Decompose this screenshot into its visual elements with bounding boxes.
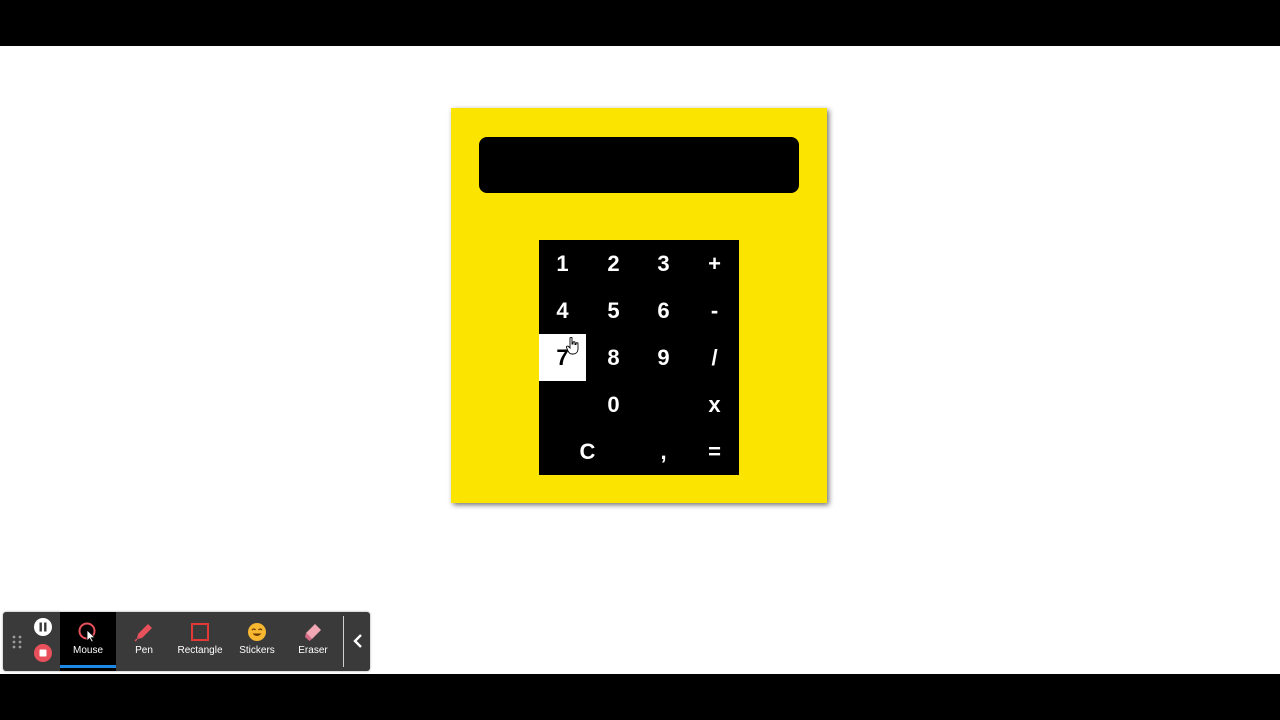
tool-stickers-label: Stickers xyxy=(239,645,275,656)
tool-eraser-label: Eraser xyxy=(298,645,328,656)
smiley-sticker-icon xyxy=(248,623,266,641)
rectangle-icon xyxy=(191,623,209,641)
calculator-display xyxy=(479,137,799,193)
hand-cursor-icon xyxy=(566,337,579,355)
chevron-left-icon[interactable] xyxy=(348,629,368,653)
stop-icon[interactable] xyxy=(33,643,53,663)
key-5[interactable]: 5 xyxy=(590,287,637,334)
pause-icon[interactable] xyxy=(33,617,53,637)
mouse-cursor-icon xyxy=(78,622,96,643)
key-minus[interactable]: - xyxy=(691,287,738,334)
page-canvas: 1 2 3 + 4 5 6 - 7 8 9 / 0 x C , = xyxy=(0,46,1280,674)
key-3[interactable]: 3 xyxy=(640,240,687,287)
toolbar-divider xyxy=(343,616,344,667)
key-8[interactable]: 8 xyxy=(590,334,637,381)
key-equals[interactable]: = xyxy=(691,428,738,475)
tool-mouse[interactable]: Mouse xyxy=(60,612,116,671)
tool-mouse-label: Mouse xyxy=(72,645,103,656)
key-7-wrapper[interactable]: 7 xyxy=(539,334,586,381)
key-6[interactable]: 6 xyxy=(640,287,687,334)
pen-icon xyxy=(134,624,152,642)
key-divide[interactable]: / xyxy=(691,334,738,381)
calculator: 1 2 3 + 4 5 6 - 7 8 9 / 0 x C , = xyxy=(451,108,827,503)
tool-stickers[interactable]: Stickers xyxy=(229,612,285,671)
tool-rectangle[interactable]: Rectangle xyxy=(172,612,228,671)
key-clear[interactable]: C xyxy=(564,428,611,475)
key-9[interactable]: 9 xyxy=(640,334,687,381)
annotation-toolbar: Mouse Pen Rectangle Stickers Eraser xyxy=(3,612,370,671)
tool-pen[interactable]: Pen xyxy=(116,612,172,671)
drag-handle-icon[interactable] xyxy=(11,634,23,650)
key-plus[interactable]: + xyxy=(691,240,738,287)
key-1[interactable]: 1 xyxy=(539,240,586,287)
key-comma[interactable]: , xyxy=(640,428,687,475)
eraser-icon xyxy=(305,624,321,641)
tool-eraser[interactable]: Eraser xyxy=(285,612,341,671)
keypad: 1 2 3 + 4 5 6 - 7 8 9 / 0 x C , = xyxy=(539,240,739,475)
key-4[interactable]: 4 xyxy=(539,287,586,334)
key-multiply[interactable]: x xyxy=(691,381,738,428)
key-0[interactable]: 0 xyxy=(590,381,637,428)
tool-rectangle-label: Rectangle xyxy=(177,645,223,656)
key-2[interactable]: 2 xyxy=(590,240,637,287)
tool-pen-label: Pen xyxy=(135,645,153,656)
